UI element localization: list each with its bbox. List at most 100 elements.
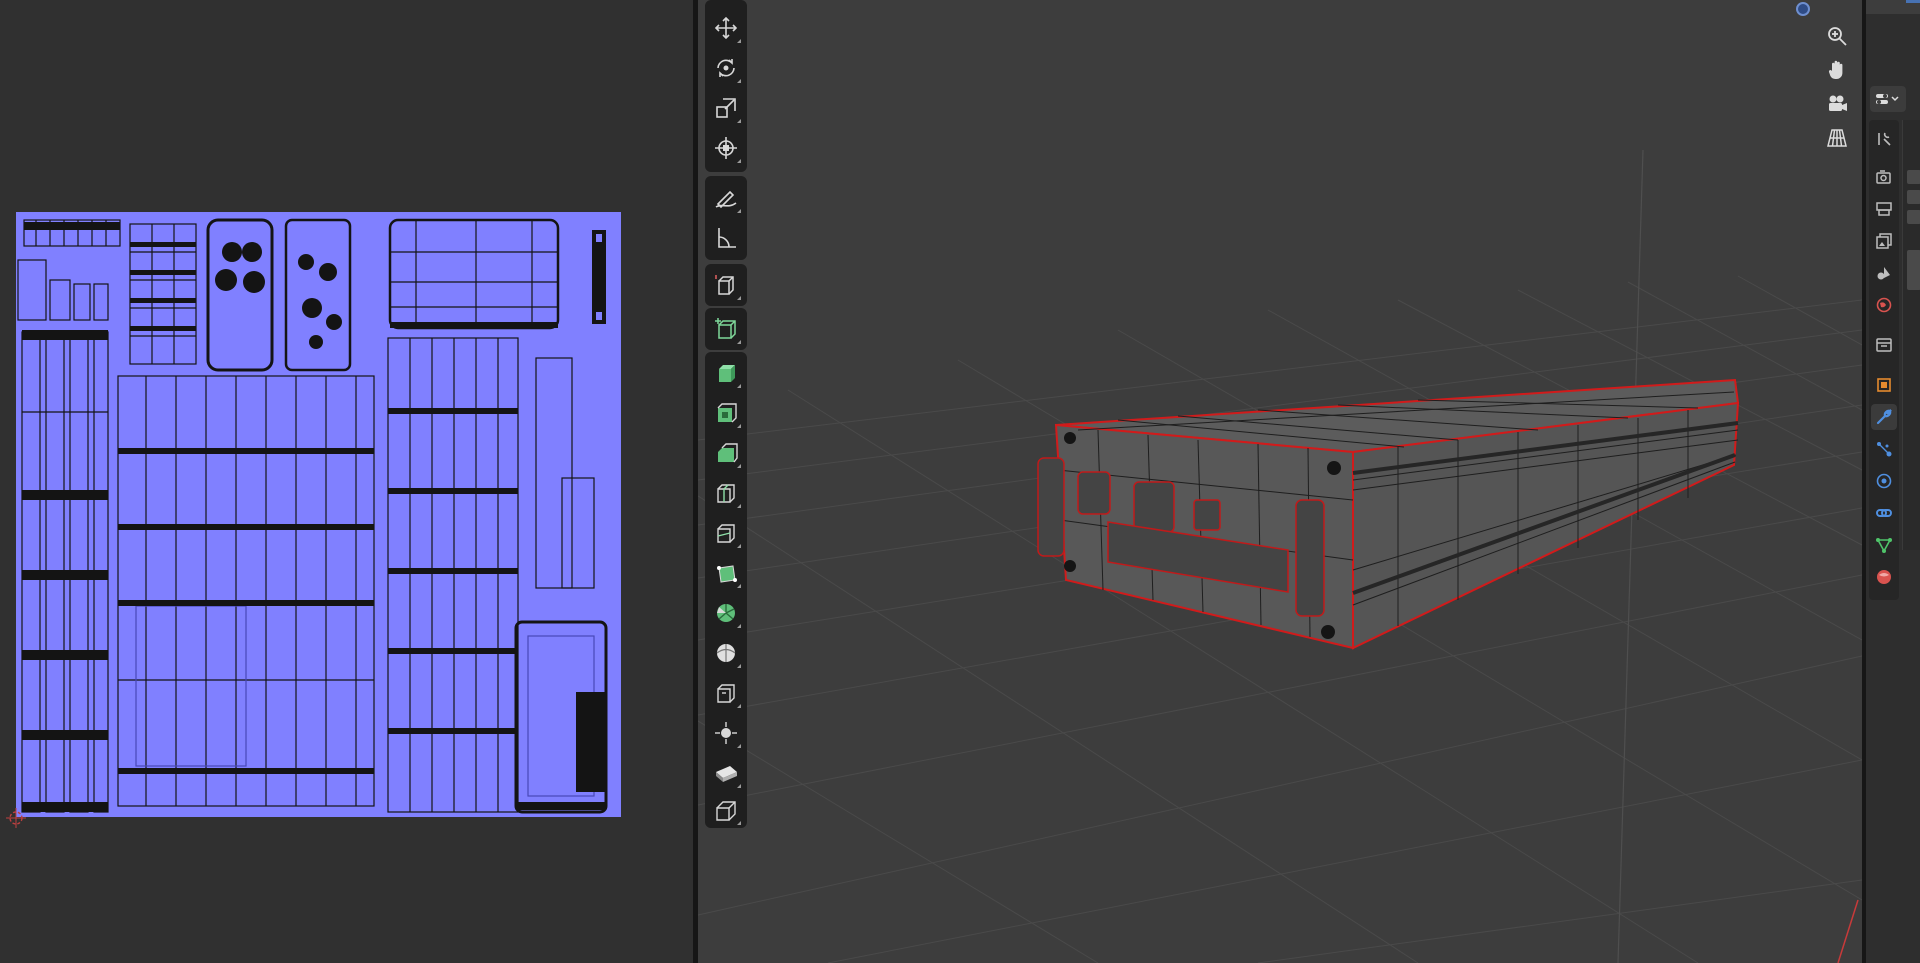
extrude-icon	[719, 365, 735, 382]
tool-icon	[1878, 132, 1891, 146]
add-primitive-icon	[715, 318, 736, 339]
render-icon	[1876, 170, 1891, 184]
tab-material[interactable]	[1871, 564, 1897, 590]
editor-type-dropdown[interactable]	[1870, 86, 1906, 112]
poly-build-tool[interactable]	[708, 555, 744, 591]
pan-button[interactable]	[1820, 54, 1854, 86]
perspective-toggle-button[interactable]	[1820, 122, 1854, 154]
rotate-tool[interactable]	[708, 50, 744, 86]
material-icon	[1877, 570, 1891, 584]
tab-modifiers[interactable]	[1871, 404, 1897, 430]
physics-icon	[1876, 473, 1892, 489]
tab-collection[interactable]	[1871, 332, 1897, 358]
properties-content-panel[interactable]	[1902, 120, 1920, 550]
3d-viewport[interactable]	[698, 0, 1862, 963]
selected-mesh[interactable]	[1037, 378, 1740, 650]
data-icon	[1876, 538, 1892, 553]
add-cube-tool-group	[705, 264, 747, 306]
poly-build-icon	[717, 565, 737, 583]
modifier-icon	[1876, 408, 1893, 425]
add-cube-tool[interactable]	[708, 267, 744, 303]
rotate-icon	[717, 59, 735, 77]
measure-tool[interactable]	[708, 220, 744, 256]
properties-editor[interactable]	[1866, 0, 1920, 963]
uv-normal-map-texture[interactable]	[16, 212, 621, 817]
loop-cut-tool[interactable]	[708, 475, 744, 511]
panel-widget[interactable]	[1907, 170, 1920, 184]
2d-cursor-icon[interactable]	[6, 808, 26, 828]
tab-output[interactable]	[1871, 196, 1897, 222]
transform-tool-group	[705, 0, 747, 172]
uv-islands	[17, 218, 608, 814]
viewport-toolbar	[705, 0, 749, 963]
object-icon	[1877, 378, 1891, 392]
annotate-tool-group	[705, 176, 747, 260]
camera-icon	[1829, 95, 1847, 111]
annotate-tool[interactable]	[708, 180, 744, 216]
camera-view-button[interactable]	[1820, 88, 1854, 120]
zoom-button[interactable]	[1820, 20, 1854, 52]
mesh-edit-tool-group	[705, 352, 747, 828]
extrude-tool[interactable]	[708, 355, 744, 391]
navigation-gizmo	[1820, 0, 1860, 160]
tab-view-layer[interactable]	[1871, 228, 1897, 254]
view-axis-gizmo[interactable]	[1796, 2, 1810, 16]
uv-editor[interactable]	[0, 0, 693, 963]
smooth-icon	[716, 644, 736, 662]
knife-tool[interactable]	[708, 515, 744, 551]
transform-icon	[715, 137, 737, 159]
panel-widget[interactable]	[1907, 210, 1920, 224]
zoom-icon	[1828, 27, 1847, 46]
panel-widget[interactable]	[1907, 190, 1920, 204]
constraints-icon	[1876, 509, 1892, 517]
add-primitive-tool-group	[705, 308, 747, 350]
transform-tool[interactable]	[708, 130, 744, 166]
floor-grid	[698, 149, 1862, 963]
rip-tool[interactable]	[708, 792, 744, 828]
tab-object[interactable]	[1871, 372, 1897, 398]
inset-tool[interactable]	[708, 395, 744, 431]
edge-slide-tool[interactable]	[708, 675, 744, 711]
tab-particles[interactable]	[1871, 436, 1897, 462]
shrink-fatten-tool[interactable]	[708, 715, 744, 751]
measure-icon	[718, 228, 736, 248]
knife-icon	[717, 524, 735, 543]
shrink-fatten-icon	[715, 722, 737, 744]
scene-icon	[1877, 267, 1890, 280]
panel-widget[interactable]	[1907, 250, 1920, 290]
loop-cut-icon	[717, 484, 735, 503]
bevel-icon	[718, 443, 738, 463]
annotate-icon	[715, 190, 737, 209]
particles-icon	[1877, 442, 1892, 457]
shear-icon	[716, 766, 737, 782]
collection-icon	[1876, 338, 1892, 352]
spin-tool[interactable]	[708, 595, 744, 631]
add-cube-icon	[715, 275, 734, 295]
header-accent	[1906, 0, 1920, 3]
grid-perspective-icon	[1827, 129, 1847, 147]
tab-constraints[interactable]	[1871, 500, 1897, 526]
hand-pan-icon	[1828, 60, 1843, 79]
tab-scene[interactable]	[1871, 260, 1897, 286]
properties-tabs	[1869, 120, 1899, 600]
tab-data[interactable]	[1871, 532, 1897, 558]
scale-tool[interactable]	[708, 90, 744, 126]
tab-render[interactable]	[1871, 164, 1897, 190]
add-primitive-tool[interactable]	[708, 311, 744, 347]
bevel-tool[interactable]	[708, 435, 744, 471]
output-icon	[1876, 202, 1892, 216]
tab-tool[interactable]	[1871, 126, 1897, 152]
properties-editor-icon	[1876, 94, 1899, 104]
smooth-tool[interactable]	[708, 635, 744, 671]
move-icon	[714, 16, 738, 40]
rip-icon	[716, 801, 736, 821]
edge-slide-icon	[717, 684, 735, 703]
tab-world[interactable]	[1871, 292, 1897, 318]
world-icon	[1876, 297, 1892, 313]
view-layer-icon	[1876, 233, 1892, 249]
scale-icon	[716, 98, 736, 118]
tab-physics[interactable]	[1871, 468, 1897, 494]
spin-icon	[717, 604, 735, 622]
move-tool[interactable]	[708, 10, 744, 46]
shear-tool[interactable]	[708, 755, 744, 791]
